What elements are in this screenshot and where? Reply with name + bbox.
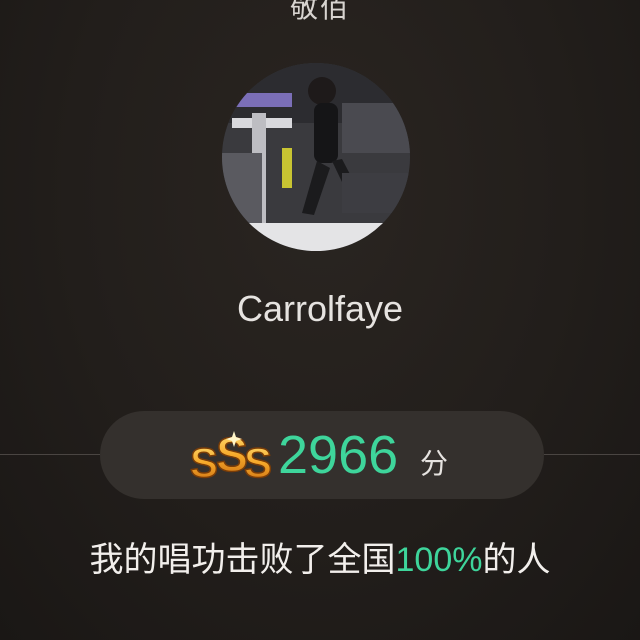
- beat-percent: 100%: [395, 541, 483, 579]
- divider-left: [0, 454, 100, 455]
- svg-text:S: S: [244, 439, 272, 486]
- score-value: 2966: [278, 425, 399, 485]
- beat-suffix: 的人: [482, 540, 551, 580]
- avatar[interactable]: [222, 63, 410, 251]
- avatar-photo-icon: [222, 63, 410, 251]
- beat-percentage-text: 我的唱功击败了全国100%的人: [0, 536, 640, 584]
- divider-right: [544, 454, 640, 455]
- result-screen: 敬佰 Carrolfaye S S S 2966 分 我的唱功击败了全国100%…: [0, 0, 640, 640]
- beat-prefix: 我的唱功击败了全国: [89, 540, 396, 580]
- svg-text:S: S: [190, 439, 218, 486]
- sss-rank-badge-icon: S S S: [186, 425, 278, 487]
- song-title: 敬佰: [289, 0, 350, 24]
- username: Carrolfaye: [236, 288, 404, 329]
- score-unit: 分: [420, 447, 449, 480]
